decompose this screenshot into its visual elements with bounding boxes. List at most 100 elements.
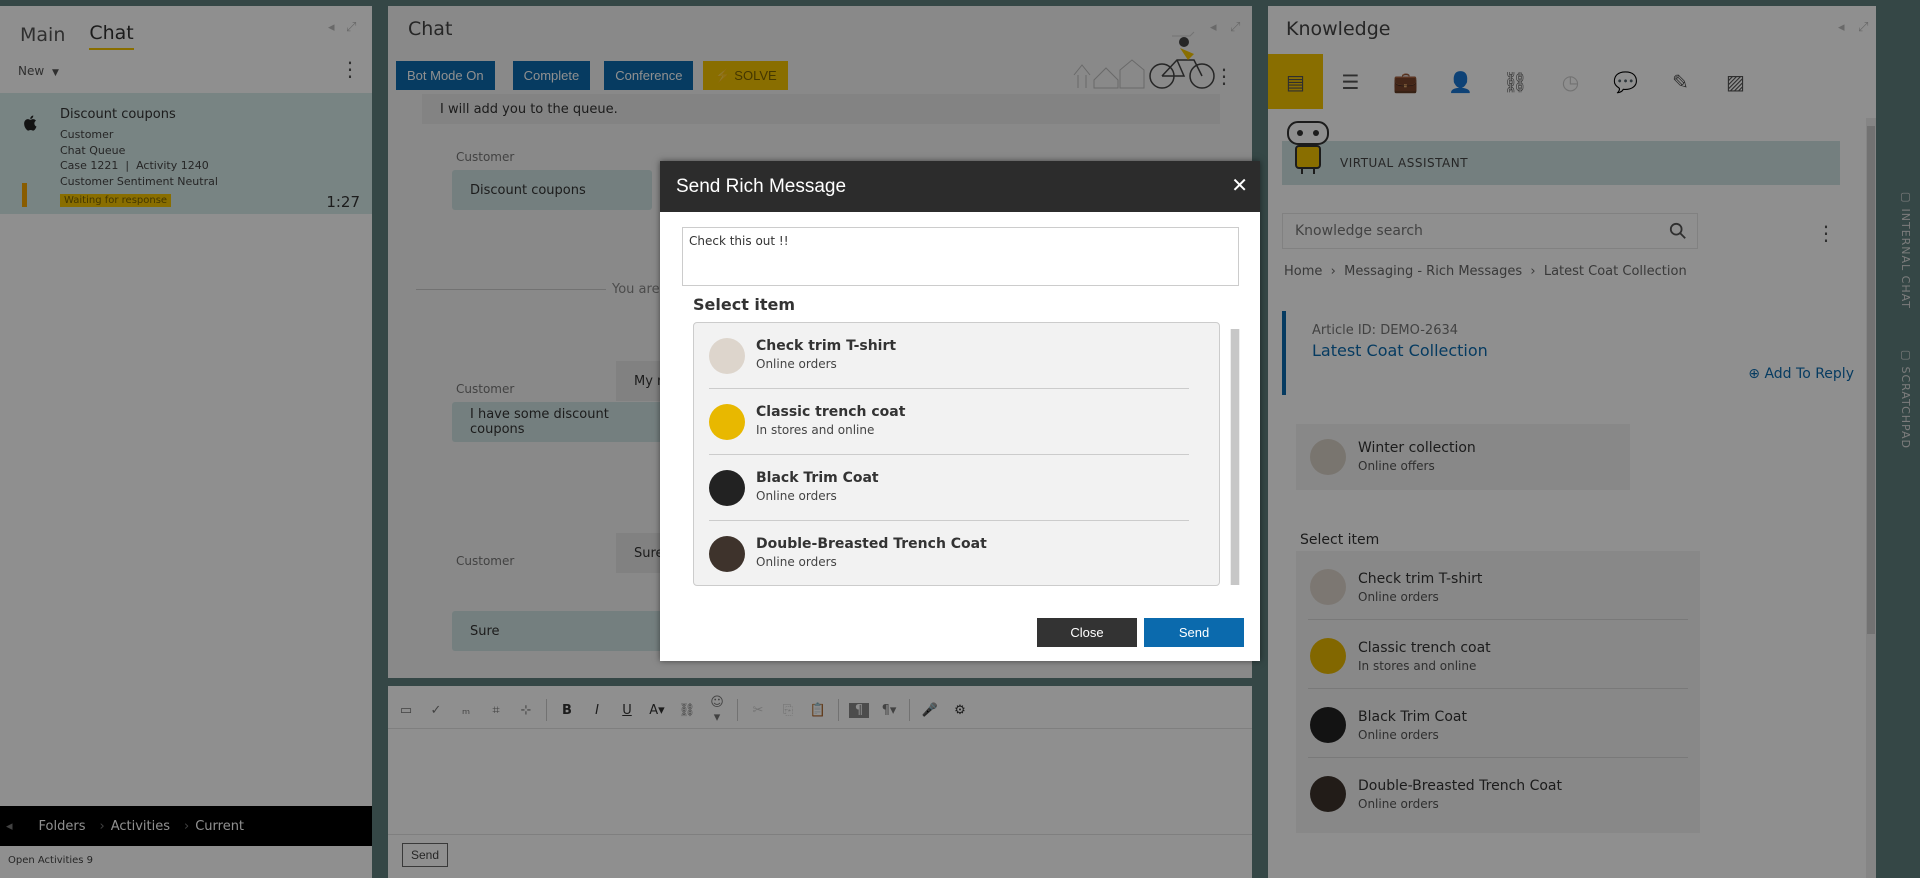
nav-current[interactable]: Current <box>195 819 244 834</box>
person-icon[interactable]: 👤 <box>1433 54 1488 109</box>
internal-chat-label: INTERNAL CHAT <box>1899 208 1912 310</box>
item-sub: In stores and online <box>756 423 875 437</box>
list-item[interactable]: Black Trim Coat Online orders <box>1296 689 1700 758</box>
list-item[interactable]: Classic trench coat In stores and online <box>694 389 1204 455</box>
font-color-icon[interactable]: A▾ <box>647 703 667 718</box>
template-icon[interactable]: ▭ <box>396 703 416 718</box>
scratchpad-tab[interactable]: ▢ SCRATCHPAD <box>1888 348 1912 449</box>
expand-icon[interactable]: ⤢ <box>1858 20 1868 35</box>
search-icon[interactable] <box>1669 222 1687 240</box>
emoji-icon[interactable]: ☺▾ <box>707 695 727 725</box>
close-icon[interactable]: ✕ <box>1231 175 1248 195</box>
cut-icon[interactable]: ✂ <box>748 703 768 718</box>
solve-label: SOLVE <box>734 67 777 83</box>
article-title[interactable]: Latest Coat Collection <box>1312 341 1488 360</box>
send-button[interactable]: Send <box>1144 618 1244 647</box>
expand-icon[interactable]: ⤢ <box>1230 20 1240 35</box>
tab-main[interactable]: Main <box>20 24 65 50</box>
paste-icon[interactable]: 📋 <box>808 703 828 718</box>
breadcrumb-separator: › <box>1526 264 1544 279</box>
copy-icon[interactable]: ⎘ <box>778 703 798 718</box>
insert-icon[interactable]: ⌗ <box>486 703 506 718</box>
link-icon[interactable]: ⛓ <box>677 703 697 718</box>
complete-button[interactable]: Complete <box>512 61 591 90</box>
scrollbar[interactable] <box>1230 329 1240 585</box>
add-to-reply-button[interactable]: ⊕ Add To Reply <box>1748 366 1854 382</box>
nav-folders[interactable]: Folders <box>39 819 86 834</box>
image-icon[interactable]: ▨ <box>1708 54 1763 109</box>
chat-bubbles-icon[interactable]: 💬 <box>1598 54 1653 109</box>
more-options-icon[interactable]: ⋮ <box>340 59 360 79</box>
history-icon[interactable]: ◷ <box>1543 54 1598 109</box>
list-icon[interactable]: ☰ <box>1323 54 1378 109</box>
product-thumbnail-icon <box>1310 439 1346 475</box>
customer-message: Sure <box>452 611 672 651</box>
chat-icon: ▢ <box>1899 190 1912 209</box>
item-name: Classic trench coat <box>756 404 906 420</box>
breadcrumb-separator: › <box>99 818 105 834</box>
item-name: Black Trim Coat <box>1358 709 1467 725</box>
work-item-card[interactable]: Discount coupons Customer Chat Queue Cas… <box>0 93 372 214</box>
list-item[interactable]: Black Trim Coat Online orders <box>694 455 1204 521</box>
more-options-icon[interactable]: ⋮ <box>1214 66 1234 86</box>
list-item[interactable]: Check trim T-shirt Online orders <box>1296 551 1700 620</box>
article-icon[interactable]: ▤ <box>1268 54 1323 109</box>
virtual-assistant-bar[interactable]: VIRTUAL ASSISTANT <box>1282 141 1840 185</box>
ltr-icon[interactable]: ¶ <box>849 702 869 718</box>
breadcrumb-messaging[interactable]: Messaging - Rich Messages <box>1344 264 1522 279</box>
chat-editor: ▭ ✓ ₘ ⌗ ⊹ B I U A▾ ⛓ ☺▾ ✂ ⎘ 📋 ¶ ¶▾ 🎤 ⚙ S… <box>388 686 1252 878</box>
rich-item-list: Check trim T-shirt Online orders Classic… <box>693 322 1220 586</box>
bot-mode-button[interactable]: Bot Mode On <box>396 61 495 90</box>
knowledge-panel: Knowledge ◂ ⤢ ▤ ☰ 💼 👤 ⛓ ◷ 💬 ✎ ▨ VIRTUAL … <box>1268 6 1876 878</box>
conference-button[interactable]: Conference <box>604 61 694 90</box>
breadcrumb-home[interactable]: Home <box>1284 264 1322 279</box>
expand-icon[interactable]: ⤢ <box>346 20 356 35</box>
bottom-nav: ◂ Folders › Activities › Current <box>0 806 372 846</box>
dialog-title: Send Rich Message <box>676 176 847 197</box>
new-dropdown[interactable]: New ▼ <box>18 64 59 78</box>
chat-action-bar: Bot Mode On Complete Conference ⚡ SOLVE <box>396 61 788 90</box>
scrollbar-thumb[interactable] <box>1867 126 1875 634</box>
work-item-line: Chat Queue <box>60 144 126 157</box>
rtl-icon[interactable]: ¶▾ <box>879 703 899 718</box>
list-item[interactable]: Double-Breasted Trench Coat Online order… <box>1296 758 1700 827</box>
tab-chat[interactable]: Chat <box>89 22 134 50</box>
list-item[interactable]: Check trim T-shirt Online orders <box>694 323 1204 389</box>
format-icon[interactable]: ₘ <box>456 703 476 718</box>
card-subtitle: Online offers <box>1358 459 1435 473</box>
scrollbar-thumb[interactable] <box>1231 329 1239 585</box>
message-text: I will add you to the queue. <box>440 101 618 117</box>
underline-icon[interactable]: U <box>617 703 637 718</box>
attach-icon[interactable]: ⊹ <box>516 703 536 718</box>
collection-card[interactable]: Winter collection Online offers <box>1296 424 1630 490</box>
briefcase-icon[interactable]: 💼 <box>1378 54 1433 109</box>
collapse-icon[interactable]: ◂ <box>1838 20 1845 35</box>
italic-icon[interactable]: I <box>587 703 607 718</box>
more-options-icon[interactable]: ⋮ <box>1816 223 1836 243</box>
knowledge-tabs: ▤ ☰ 💼 👤 ⛓ ◷ 💬 ✎ ▨ <box>1268 54 1763 109</box>
new-label: New <box>18 64 45 78</box>
bold-icon[interactable]: B <box>557 703 577 718</box>
knowledge-search-input[interactable]: Knowledge search <box>1282 213 1698 249</box>
solve-button[interactable]: ⚡ SOLVE <box>703 61 788 90</box>
notes-icon[interactable]: ✎ <box>1653 54 1708 109</box>
link-icon[interactable]: ⛓ <box>1488 54 1543 109</box>
settings-icon[interactable]: ⚙ <box>950 703 970 718</box>
send-button[interactable]: Send <box>402 843 449 867</box>
chevron-left-icon[interactable]: ◂ <box>6 819 13 834</box>
scrollbar[interactable] <box>1866 118 1876 878</box>
product-thumbnail-icon <box>709 536 745 572</box>
internal-chat-tab[interactable]: ▢ INTERNAL CHAT <box>1888 190 1912 309</box>
sentiment-bar <box>22 183 27 207</box>
open-activities[interactable]: Open Activities 9 <box>8 855 93 866</box>
item-sub: Online orders <box>1358 728 1439 742</box>
list-item[interactable]: Double-Breasted Trench Coat Online order… <box>694 521 1204 587</box>
list-item[interactable]: Classic trench coat In stores and online <box>1296 620 1700 689</box>
collapse-icon[interactable]: ◂ <box>328 20 335 35</box>
note-icon: ▢ <box>1899 348 1912 367</box>
spellcheck-icon[interactable]: ✓ <box>426 703 446 718</box>
nav-activities[interactable]: Activities <box>111 819 170 834</box>
message-textarea[interactable]: Check this out !! <box>682 227 1239 286</box>
microphone-icon[interactable]: 🎤 <box>920 703 940 718</box>
close-button[interactable]: Close <box>1037 618 1137 647</box>
